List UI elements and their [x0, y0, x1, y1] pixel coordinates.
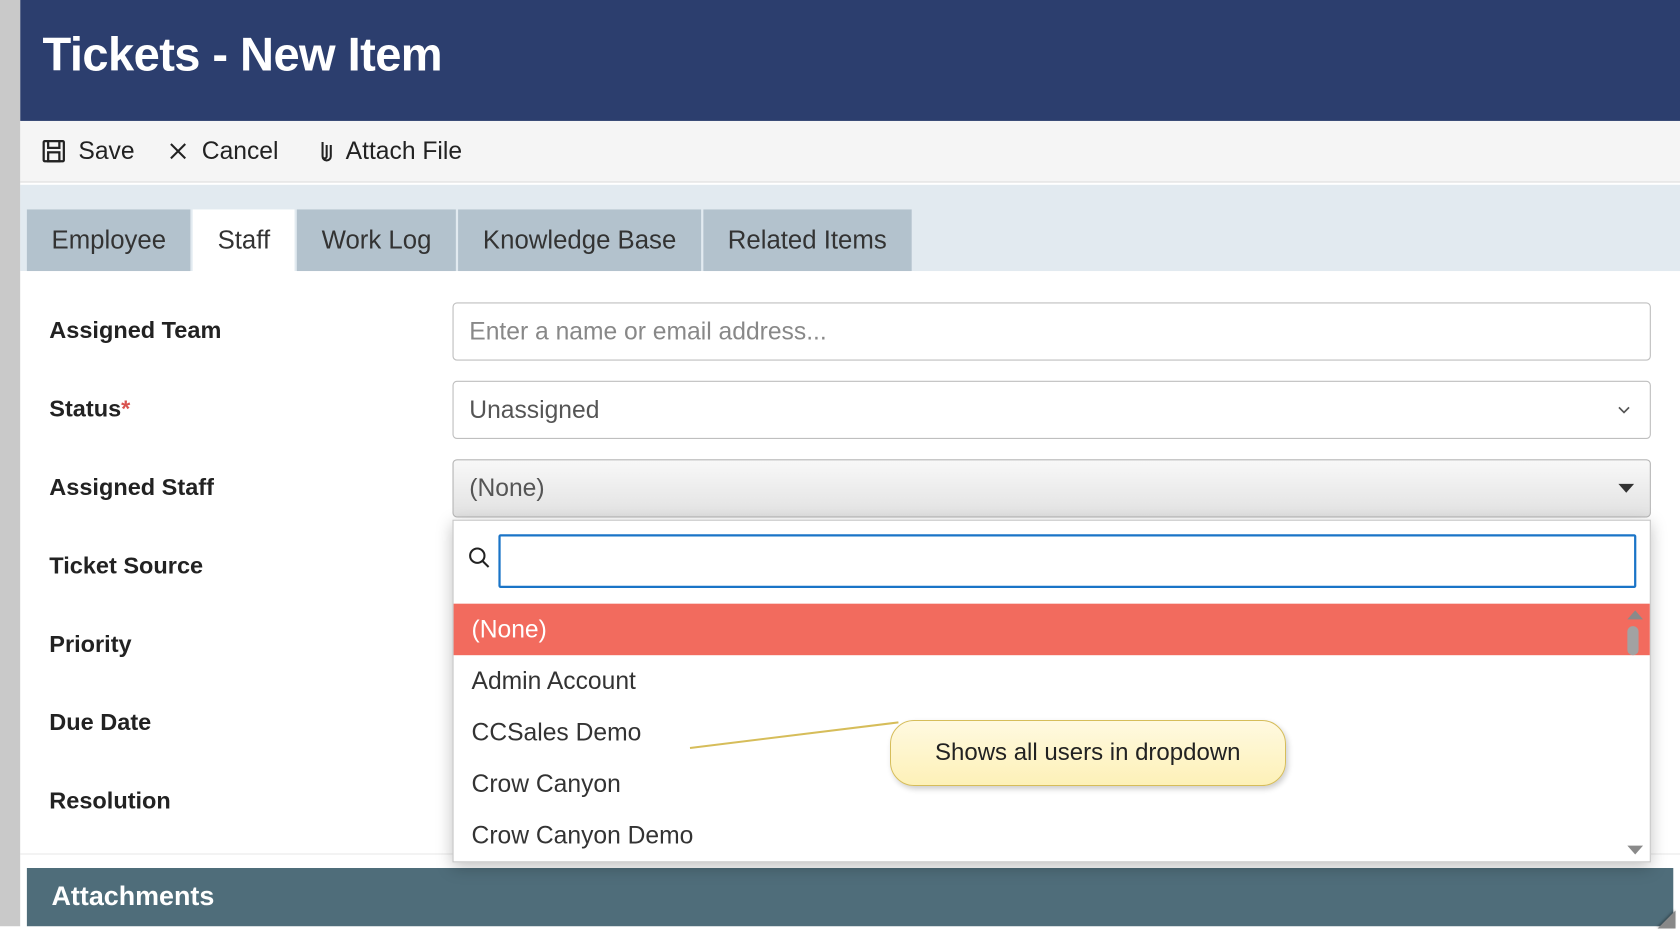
- attachments-label: Attachments: [52, 881, 215, 911]
- status-select[interactable]: Unassigned: [452, 381, 1650, 439]
- scroll-up-icon: [1627, 610, 1643, 619]
- attach-file-button[interactable]: Attach File: [310, 137, 462, 166]
- assigned-staff-dropdown: (None) Admin Account CCSales Demo Crow C…: [452, 520, 1650, 863]
- dropdown-option[interactable]: Crow Canyon Demo: [454, 810, 1650, 862]
- status-value: Unassigned: [469, 395, 599, 424]
- tab-work-log[interactable]: Work Log: [297, 209, 456, 271]
- status-label: Status*: [49, 396, 452, 423]
- assigned-team-input[interactable]: [452, 302, 1650, 360]
- resolution-label: Resolution: [49, 788, 452, 815]
- assigned-team-label: Assigned Team: [49, 318, 452, 345]
- caret-down-icon: [1618, 484, 1634, 493]
- tab-related-items[interactable]: Related Items: [703, 209, 911, 271]
- priority-label: Priority: [49, 632, 452, 659]
- page-title: Tickets - New Item: [43, 28, 1658, 82]
- paperclip-icon: [310, 137, 335, 166]
- dropdown-option[interactable]: Admin Account: [454, 655, 1650, 707]
- resize-corner-icon: [1658, 911, 1676, 929]
- assigned-staff-select[interactable]: (None): [452, 459, 1650, 517]
- close-icon: [166, 139, 191, 164]
- save-label: Save: [78, 137, 134, 166]
- assigned-staff-value: (None): [469, 474, 544, 503]
- dropdown-search-input[interactable]: [498, 534, 1636, 588]
- page-header: Tickets - New Item: [20, 0, 1680, 121]
- scroll-thumb[interactable]: [1627, 626, 1638, 655]
- annotation-callout: Shows all users in dropdown: [890, 720, 1286, 786]
- callout-text: Shows all users in dropdown: [935, 739, 1241, 766]
- tab-employee[interactable]: Employee: [27, 209, 191, 271]
- tab-staff[interactable]: Staff: [193, 209, 295, 271]
- scrollbar-left[interactable]: [0, 0, 20, 926]
- toolbar: Save Cancel Attach File: [20, 121, 1680, 183]
- save-icon: [40, 138, 67, 165]
- assigned-staff-label: Assigned Staff: [49, 475, 452, 502]
- attachments-section-header[interactable]: Attachments: [27, 868, 1673, 926]
- due-date-label: Due Date: [49, 710, 452, 737]
- scroll-down-icon: [1627, 846, 1643, 855]
- cancel-button[interactable]: Cancel: [166, 137, 279, 166]
- tab-knowledge-base[interactable]: Knowledge Base: [458, 209, 701, 271]
- dropdown-option-none[interactable]: (None): [454, 604, 1650, 656]
- search-icon: [467, 545, 492, 576]
- attach-label: Attach File: [346, 137, 462, 166]
- save-button[interactable]: Save: [40, 137, 134, 166]
- tabs: Employee Staff Work Log Knowledge Base R…: [20, 185, 1680, 271]
- cancel-label: Cancel: [202, 137, 279, 166]
- ticket-source-label: Ticket Source: [49, 553, 452, 580]
- form-panel: Assigned Team Status* Unassigned Assigne…: [20, 271, 1680, 855]
- chevron-down-icon: [1614, 400, 1634, 420]
- dropdown-scrollbar[interactable]: [1625, 610, 1645, 854]
